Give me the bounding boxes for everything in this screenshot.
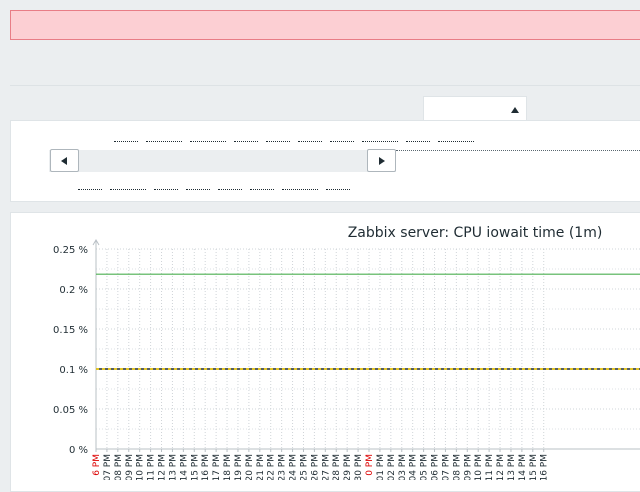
x-tick-label: 15 PM <box>190 454 200 480</box>
x-tick-label: 16 PM <box>201 454 211 480</box>
x-tick-label: 13 PM <box>168 454 178 480</box>
x-tick-label: 06 PM <box>431 454 441 480</box>
x-tick-label: 13 PM <box>507 454 517 480</box>
x-tick-label: 01 PM <box>376 454 386 480</box>
x-tick-label: 27 PM <box>321 454 331 480</box>
x-tick-label: 28 PM <box>332 454 342 480</box>
x-tick-label: 6 PM <box>92 454 102 476</box>
x-tick-label: 21 PM <box>256 454 266 480</box>
x-tick-label: 10 PM <box>474 454 484 480</box>
x-tick-label: 02 PM <box>387 454 397 480</box>
x-tick-label: 26 PM <box>310 454 320 480</box>
x-tick-label: 0 PM <box>365 454 375 476</box>
x-tick-label: 04 PM <box>409 454 419 480</box>
x-tick-label: 07 PM <box>103 454 113 480</box>
x-tick-label: 03 PM <box>398 454 408 480</box>
x-tick-label: 14 PM <box>179 454 189 480</box>
x-tick-label: 15 PM <box>529 454 539 480</box>
x-tick-label: 08 PM <box>452 454 462 480</box>
x-tick-label: 11 PM <box>147 454 157 480</box>
x-tick-label: 22 PM <box>267 454 277 480</box>
x-tick-label: 29 PM <box>343 454 353 480</box>
x-tick-label: 11 PM <box>485 454 495 480</box>
x-tick-label: 10 PM <box>136 454 146 480</box>
x-tick-label: 23 PM <box>278 454 288 480</box>
graph-series <box>96 273 640 370</box>
x-tick-label: 14 PM <box>518 454 528 480</box>
x-tick-label: 25 PM <box>299 454 309 480</box>
x-tick-label: 07 PM <box>441 454 451 480</box>
graph-title: Zabbix server: CPU iowait time (1m) <box>348 225 603 241</box>
y-tick-label: 0.15 % <box>53 325 88 336</box>
x-tick-label: 05 PM <box>420 454 430 480</box>
y-tick-label: 0.25 % <box>53 245 88 256</box>
x-tick-label: 12 PM <box>496 454 506 480</box>
x-tick-label: 24 PM <box>289 454 299 480</box>
x-tick-label: 08 PM <box>114 454 124 480</box>
x-tick-label: 16 PM <box>540 454 550 480</box>
x-tick-label: 12 PM <box>158 454 168 480</box>
x-tick-label: 09 PM <box>463 454 473 480</box>
x-tick-label: 18 PM <box>223 454 233 480</box>
cpu-iowait-graph[interactable]: Zabbix server: CPU iowait time (1m) 0 %0… <box>0 0 640 480</box>
x-tick-label: 30 PM <box>354 454 364 480</box>
x-tick-label: 09 PM <box>125 454 135 480</box>
y-tick-label: 0.2 % <box>59 285 88 296</box>
y-tick-label: 0.05 % <box>53 405 88 416</box>
x-tick-label: 20 PM <box>245 454 255 480</box>
y-tick-label: 0 % <box>69 445 88 456</box>
x-axis: 6 PM 07 PM 08 PM 09 PM 10 PM 11 PM 12 PM 13 PM 1… <box>92 448 640 480</box>
graph-grid <box>96 248 640 449</box>
y-tick-label: 0.1 % <box>59 365 88 376</box>
x-tick-label: 19 PM <box>234 454 244 480</box>
y-axis: 0 % 0.05 % 0.1 % 0.15 % 0.2 % 0.25 % <box>53 239 100 456</box>
x-tick-label: 17 PM <box>212 454 222 480</box>
